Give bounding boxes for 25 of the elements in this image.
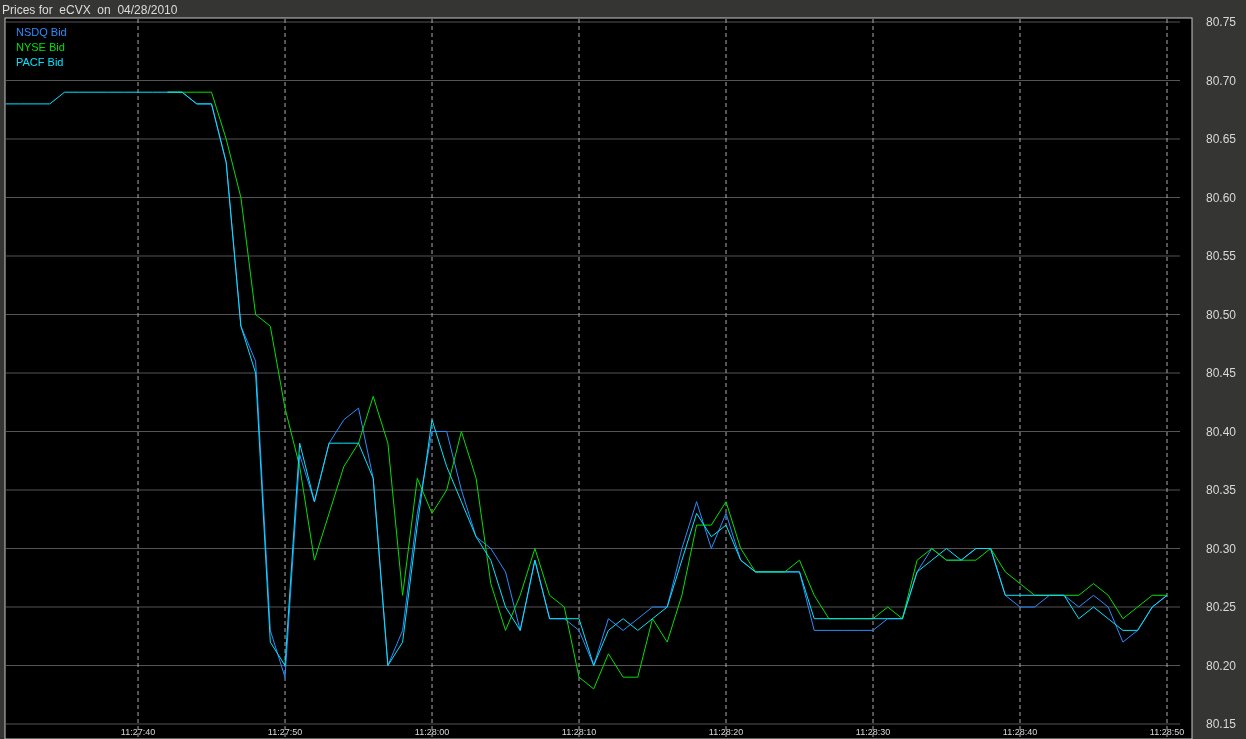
y-tick-label: 80.30: [1206, 541, 1237, 556]
legend-label: PACF Bid: [16, 56, 64, 68]
y-tick-label: 80.65: [1206, 132, 1237, 146]
x-tick-label: 11:28:00: [414, 727, 450, 737]
y-tick-label: 80.50: [1206, 307, 1237, 322]
x-tick-label: 11:28:10: [561, 727, 597, 737]
legend-label: NYSE Bid: [16, 41, 65, 53]
y-tick-label: 80.40: [1206, 424, 1237, 439]
y-tick-label: 80.45: [1206, 366, 1237, 380]
x-tick-label: 11:28:50: [1149, 727, 1185, 737]
y-tick-label: 80.75: [1206, 15, 1237, 29]
x-tick-label: 11:28:20: [708, 727, 744, 737]
x-tick-label: 11:28:30: [855, 727, 891, 737]
y-tick-label: 80.60: [1206, 190, 1237, 205]
y-tick-label: 80.15: [1206, 717, 1237, 731]
x-tick-label: 11:27:40: [120, 727, 156, 737]
y-tick-label: 80.70: [1206, 73, 1237, 88]
x-tick-label: 11:27:50: [267, 727, 303, 737]
y-tick-label: 80.20: [1206, 658, 1237, 673]
legend-label: NSDQ Bid: [16, 26, 67, 38]
y-tick-label: 80.25: [1206, 600, 1237, 614]
window-title: Prices for eCVX on 04/28/2010: [2, 3, 178, 17]
x-tick-label: 11:28:40: [1002, 727, 1038, 737]
y-tick-label: 80.55: [1206, 249, 1237, 263]
y-tick-label: 80.35: [1206, 483, 1237, 497]
